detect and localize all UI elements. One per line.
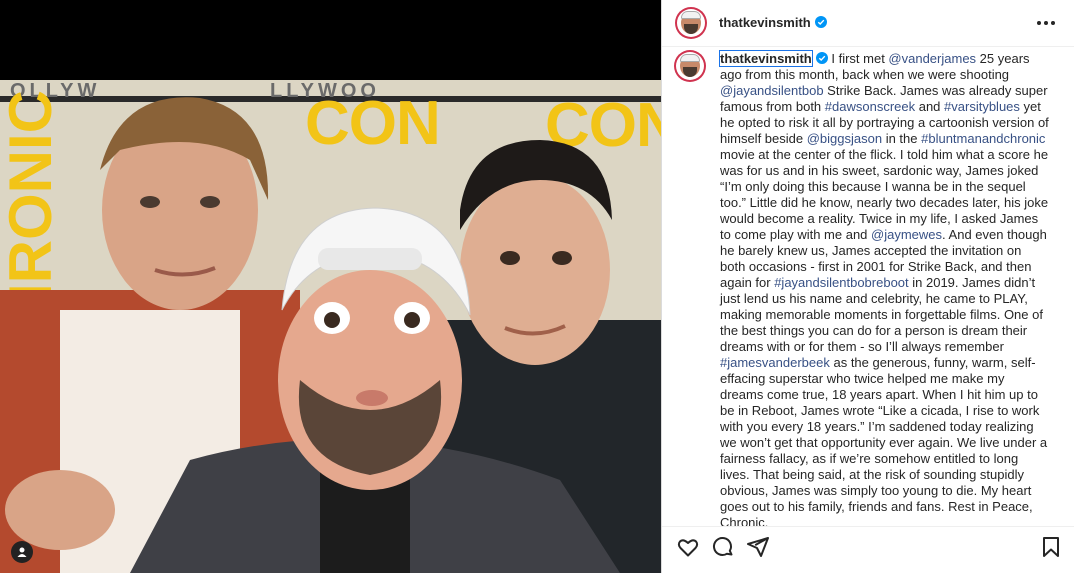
caption-text: and (915, 99, 945, 114)
caption-scroll-area[interactable]: thatkevinsmith I first met @vanderjames … (662, 46, 1074, 526)
caption-mention-link[interactable]: @jayandsilentbob (720, 83, 824, 98)
more-dot (1044, 21, 1048, 25)
more-dot (1051, 21, 1055, 25)
verified-badge-icon (814, 16, 827, 28)
avatar[interactable] (675, 7, 707, 39)
caption-mention-link[interactable]: @biggsjason (807, 131, 882, 146)
verified-badge-icon (815, 52, 828, 64)
post-media: OLLYW LLYWOO CON CON CHRONIC (0, 0, 661, 573)
caption-username[interactable]: thatkevinsmith (719, 50, 813, 67)
action-bar (662, 526, 1074, 567)
header-username-text[interactable]: thatkevinsmith (719, 15, 811, 30)
caption-text: I first met (827, 51, 889, 66)
caption-hashtag-link[interactable]: #varsityblues (944, 99, 1020, 114)
more-options-button[interactable] (1034, 12, 1058, 34)
user-tag-icon[interactable] (11, 541, 33, 563)
comment-button[interactable] (711, 535, 735, 559)
bookmark-icon (1043, 537, 1059, 557)
post-photo[interactable]: OLLYW LLYWOO CON CON CHRONIC (0, 80, 661, 573)
post-header: thatkevinsmith (662, 0, 1074, 47)
caption-text: in the (882, 131, 922, 146)
caption-hashtag-link[interactable]: #jamesvanderbeek (720, 355, 830, 370)
comment-icon (713, 537, 733, 556)
caption-hashtag-link[interactable]: #dawsonscreek (825, 99, 915, 114)
like-button[interactable] (676, 535, 700, 559)
header-username[interactable]: thatkevinsmith (719, 15, 827, 30)
caption-hashtag-link[interactable]: #bluntmanandchronic (921, 131, 1045, 146)
person-center (130, 207, 620, 573)
post-side-panel: thatkevinsmith thatkevinsmith I first me… (661, 0, 1074, 573)
post-caption: thatkevinsmith I first met @vanderjames … (719, 50, 1050, 526)
heart-icon (677, 539, 699, 557)
caption-mention-link[interactable]: @vanderjames (888, 51, 976, 66)
caption-avatar[interactable] (674, 50, 706, 82)
caption-mention-link[interactable]: @jaymewes (871, 227, 942, 242)
caption-text: as the generous, funny, warm, self-effac… (720, 355, 1048, 526)
caption-hashtag-link[interactable]: #jayandsilentbobreboot (774, 275, 908, 290)
save-button[interactable] (1039, 535, 1063, 559)
send-icon (747, 537, 769, 557)
more-horizontal-icon (1037, 21, 1041, 25)
share-button[interactable] (746, 535, 770, 559)
